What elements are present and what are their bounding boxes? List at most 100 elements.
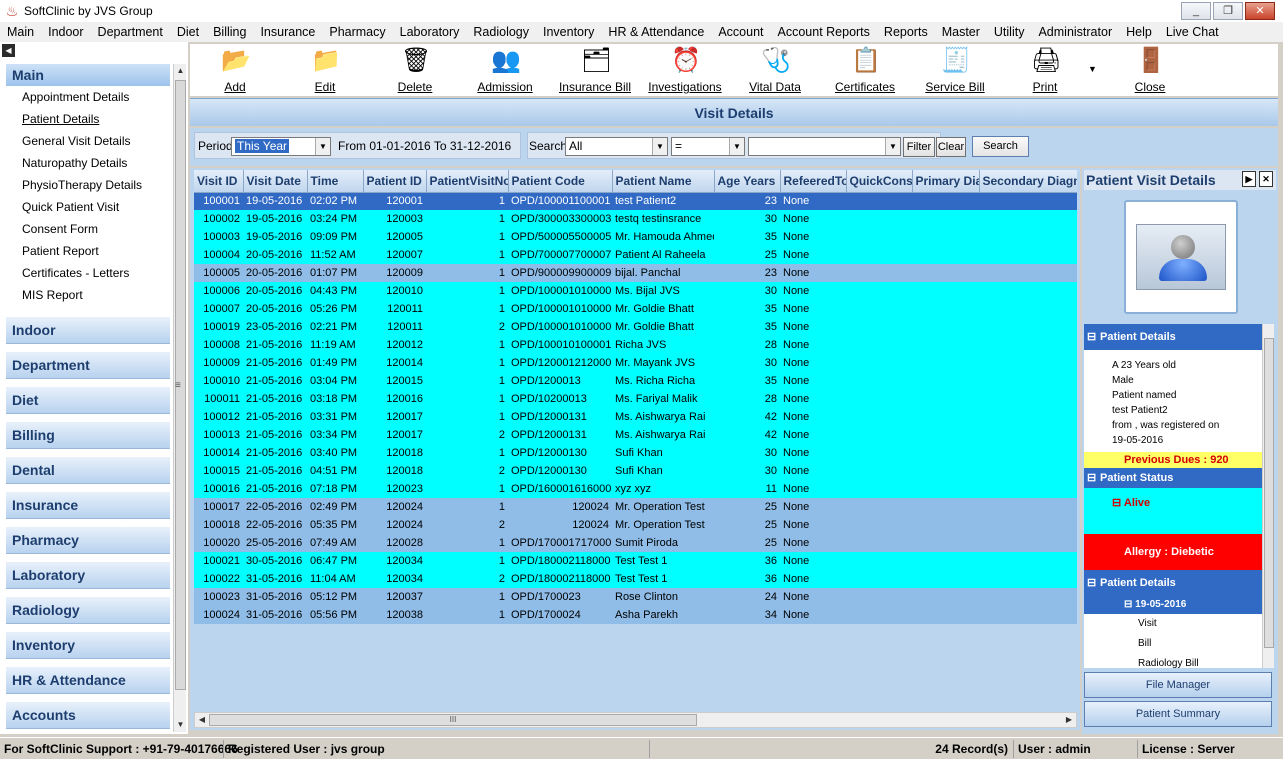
column-header-quickcons[interactable]: QuickCons (846, 170, 913, 193)
table-cell[interactable]: None (780, 390, 846, 408)
table-cell[interactable]: 100023 (194, 588, 243, 606)
table-cell[interactable]: 01:49 PM (307, 354, 363, 372)
close-window-button[interactable]: ✕ (1245, 2, 1275, 20)
table-cell[interactable]: 120014 (363, 354, 426, 372)
table-row[interactable]: 100017 22-05-2016 02:49 PM 120024 1 120024 Mr.… (194, 498, 1077, 516)
table-row[interactable]: 100013 21-05-2016 03:34 PM 120017 2 OPD/12000… (194, 426, 1077, 444)
table-cell[interactable] (912, 480, 979, 498)
table-row[interactable]: 100020 25-05-2016 07:49 AM 120028 1 OPD/17000… (194, 534, 1077, 552)
table-cell[interactable] (912, 354, 979, 372)
menu-department[interactable]: Department (91, 25, 170, 39)
table-row[interactable]: 100010 21-05-2016 03:04 PM 120015 1 OPD/12000… (194, 372, 1077, 390)
column-header-patientvisitno[interactable]: PatientVisitNo (426, 170, 509, 193)
table-cell[interactable]: 120018 (363, 462, 426, 480)
sidebar-item-patient-details[interactable]: Patient Details (6, 108, 170, 130)
table-row[interactable]: 100024 31-05-2016 05:56 PM 120038 1 OPD/17000… (194, 606, 1077, 624)
table-cell[interactable]: 120010 (363, 282, 426, 300)
nav-group-accounts[interactable]: Accounts (6, 702, 170, 729)
table-cell[interactable] (979, 480, 1077, 498)
table-cell[interactable]: 100005 (194, 264, 243, 282)
table-cell[interactable]: None (780, 426, 846, 444)
search-value-select[interactable]: ▼ (748, 137, 901, 156)
table-cell[interactable]: 120015 (363, 372, 426, 390)
table-cell[interactable]: 2 (426, 426, 508, 444)
menu-laboratory[interactable]: Laboratory (393, 25, 467, 39)
table-cell[interactable]: 04:51 PM (307, 462, 363, 480)
table-cell[interactable]: Sufi Khan (612, 462, 714, 480)
add-button[interactable]: 📂 Add (190, 44, 280, 96)
table-cell[interactable]: 120023 (363, 480, 426, 498)
table-cell[interactable] (846, 588, 912, 606)
tree-section-patient-details[interactable]: Patient Details (1084, 324, 1262, 350)
table-cell[interactable]: Mr. Mayank JVS (612, 354, 714, 372)
patient-photo[interactable] (1124, 200, 1238, 314)
table-cell[interactable]: 03:18 PM (307, 390, 363, 408)
table-cell[interactable] (979, 588, 1077, 606)
table-cell[interactable]: 20-05-2016 (243, 282, 307, 300)
table-cell[interactable]: 1 (426, 444, 508, 462)
table-cell[interactable]: 11:19 AM (307, 336, 363, 354)
table-cell[interactable]: 25 (714, 534, 780, 552)
menu-utility[interactable]: Utility (987, 25, 1032, 39)
table-cell[interactable]: 23-05-2016 (243, 318, 307, 336)
sidebar-item-consent-form[interactable]: Consent Form (6, 218, 170, 240)
table-cell[interactable]: 06:47 PM (307, 552, 363, 570)
table-cell[interactable]: 100011 (194, 390, 243, 408)
nav-group-insurance[interactable]: Insurance (6, 492, 170, 519)
menu-live-chat[interactable]: Live Chat (1159, 25, 1226, 39)
sidebar-item-naturopathy-details[interactable]: Naturopathy Details (6, 152, 170, 174)
menu-administrator[interactable]: Administrator (1031, 25, 1119, 39)
table-cell[interactable]: OPD/180002118000 (508, 570, 612, 588)
table-cell[interactable]: 19-05-2016 (243, 210, 307, 228)
menu-billing[interactable]: Billing (206, 25, 253, 39)
table-row[interactable]: 100011 21-05-2016 03:18 PM 120016 1 OPD/10200… (194, 390, 1077, 408)
clear-button[interactable]: Clear (936, 137, 966, 157)
table-cell[interactable]: Mr. Operation Test (612, 498, 714, 516)
sidebar-item-certificates-letters[interactable]: Certificates - Letters (6, 262, 170, 284)
table-cell[interactable]: 1 (426, 192, 508, 210)
table-cell[interactable]: 35 (714, 318, 780, 336)
table-cell[interactable]: Richa JVS (612, 336, 714, 354)
minimize-button[interactable]: _ (1181, 2, 1211, 20)
column-header-refeeredto[interactable]: RefeeredTo (780, 170, 847, 193)
table-cell[interactable]: None (780, 282, 846, 300)
table-cell[interactable]: 31-05-2016 (243, 588, 307, 606)
table-cell[interactable]: 120024 (363, 516, 426, 534)
table-cell[interactable] (979, 462, 1077, 480)
panel-splitter[interactable]: ≡ (175, 380, 181, 391)
table-cell[interactable]: 35 (714, 228, 780, 246)
table-cell[interactable] (912, 444, 979, 462)
print-dropdown-icon[interactable]: ▼ (1088, 64, 1097, 74)
sidebar-item-appointment-details[interactable]: Appointment Details (6, 86, 170, 108)
delete-button[interactable]: 🗑 Delete (370, 44, 460, 96)
table-row[interactable]: 100014 21-05-2016 03:40 PM 120018 1 OPD/12000… (194, 444, 1077, 462)
table-cell[interactable]: 30 (714, 462, 780, 480)
table-cell[interactable] (846, 552, 912, 570)
table-cell[interactable]: 1 (426, 300, 508, 318)
patient-summary-button[interactable]: Patient Summary (1084, 701, 1272, 727)
table-cell[interactable]: 1 (426, 408, 508, 426)
table-cell[interactable]: None (780, 552, 846, 570)
column-header-secondary-diagno[interactable]: Secondary Diagno (979, 170, 1077, 193)
table-cell[interactable] (912, 588, 979, 606)
table-cell[interactable]: 19-05-2016 (243, 228, 307, 246)
table-cell[interactable] (912, 210, 979, 228)
table-cell[interactable]: Sumit Piroda (612, 534, 714, 552)
left-panel-scrollbar[interactable]: ▲ ▼ (173, 64, 186, 732)
table-cell[interactable] (846, 516, 912, 534)
sidebar-item-quick-patient-visit[interactable]: Quick Patient Visit (6, 196, 170, 218)
table-cell[interactable]: None (780, 300, 846, 318)
column-header-visit-id[interactable]: Visit ID (194, 170, 244, 193)
nav-group-pharmacy[interactable]: Pharmacy (6, 527, 170, 554)
sidebar-item-general-visit-details[interactable]: General Visit Details (6, 130, 170, 152)
close-button[interactable]: 🚪 Close (1105, 44, 1195, 96)
table-cell[interactable]: OPD/900009900009 (508, 264, 612, 282)
table-cell[interactable]: 22-05-2016 (243, 498, 307, 516)
table-cell[interactable]: 120009 (363, 264, 426, 282)
table-cell[interactable] (979, 336, 1077, 354)
table-cell[interactable]: 30 (714, 210, 780, 228)
table-cell[interactable]: 42 (714, 408, 780, 426)
menu-reports[interactable]: Reports (877, 25, 935, 39)
table-cell[interactable]: OPD/1700024 (508, 606, 612, 624)
table-cell[interactable]: 1 (426, 246, 508, 264)
